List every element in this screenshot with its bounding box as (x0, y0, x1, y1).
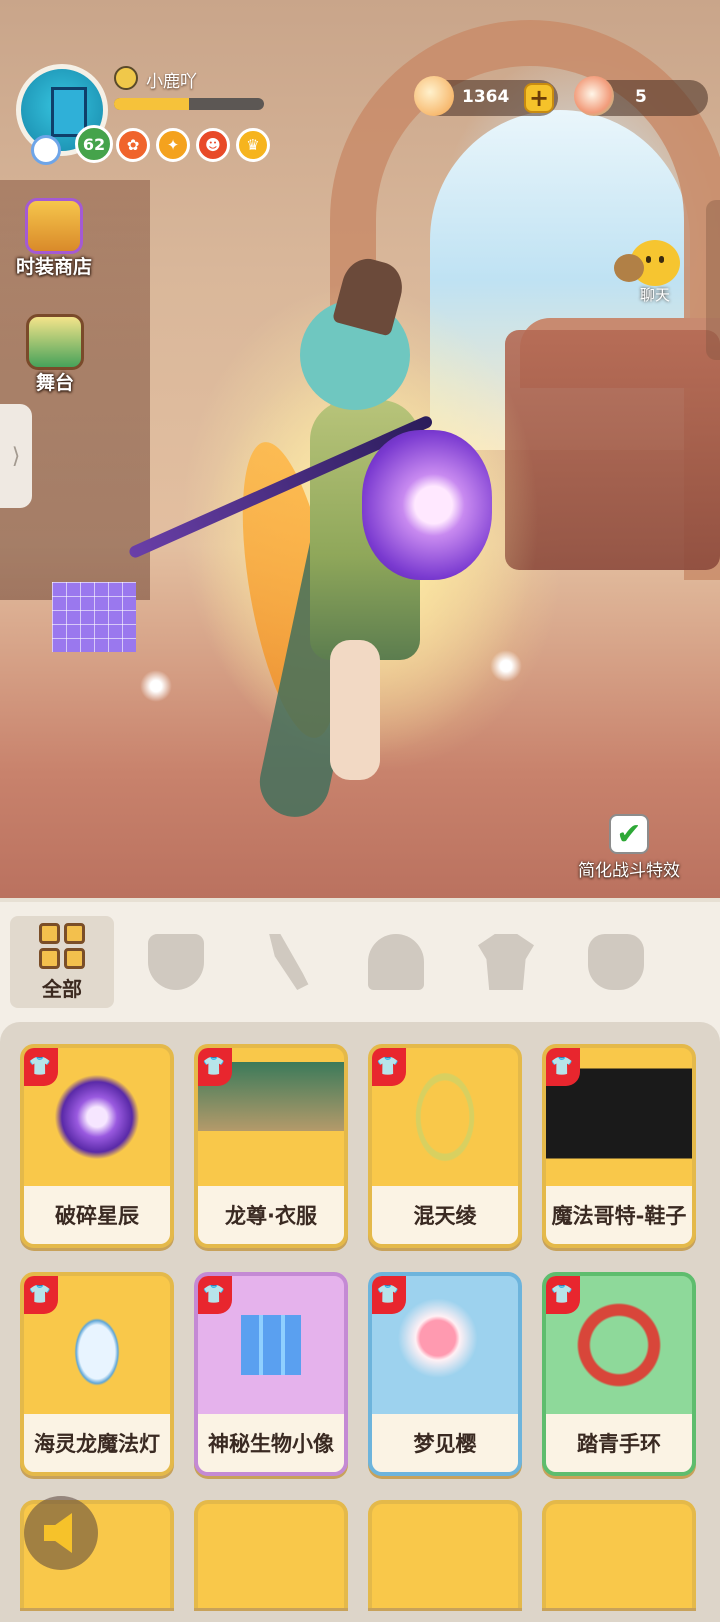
chat-icon (614, 240, 680, 286)
pixel-creature-figure (52, 582, 136, 652)
item-name: 踏青手环 (546, 1414, 692, 1472)
item-name: 龙尊·衣服 (198, 1186, 344, 1244)
chat-label: 聊天 (639, 286, 670, 304)
item-card-partial[interactable] (368, 1500, 522, 1608)
stage-button[interactable]: 舞台 (26, 314, 84, 395)
item-name: 梦见樱 (372, 1414, 518, 1472)
player-emblem-icon (114, 66, 138, 90)
tab-pet[interactable] (564, 916, 668, 1008)
stage-label: 舞台 (35, 372, 74, 394)
item-name: 魔法哥特-鞋子 (546, 1186, 692, 1244)
pet-icon (588, 934, 644, 990)
back-button[interactable] (24, 1496, 98, 1570)
sparkle-icon (490, 650, 522, 682)
monster-badge-icon[interactable]: ☻ (196, 128, 230, 162)
weapon-icon (269, 934, 309, 990)
category-tabs: 全部 (0, 902, 720, 1012)
chat-button[interactable]: 聊天 (614, 240, 680, 305)
player-name: 小鹿吖 (146, 72, 197, 92)
simplify-effects-toggle[interactable]: ✔ 简化战斗特效 (578, 814, 680, 881)
crown-badge-icon[interactable]: ♛ (236, 128, 270, 162)
gem-amount: 5 (635, 87, 647, 107)
character-legs (330, 640, 380, 780)
item-card[interactable]: 👕 踏青手环 (542, 1272, 696, 1476)
stage-icon (26, 314, 84, 370)
paw-badge-icon[interactable]: ✿ (116, 128, 150, 162)
chat-eye-right (659, 256, 664, 263)
item-card[interactable]: 👕 混天绫 (368, 1044, 522, 1248)
shirt-tag-icon: 👕 (372, 1048, 406, 1086)
tab-mask[interactable] (124, 916, 228, 1008)
mask-icon (148, 934, 204, 990)
shirt-tag-icon: 👕 (372, 1276, 406, 1314)
multi-shirt-tag-icon: 👕 (546, 1048, 580, 1086)
item-card[interactable]: 👕 梦见樱 (368, 1272, 522, 1476)
item-card-partial[interactable] (194, 1500, 348, 1608)
item-card[interactable]: 👕 龙尊·衣服 (194, 1044, 348, 1248)
tab-weapon[interactable] (234, 916, 338, 1008)
item-name: 海灵龙魔法灯 (24, 1414, 170, 1472)
clothes-icon (478, 934, 534, 990)
shirt-tag-icon: 👕 (24, 1048, 58, 1086)
player-level-badge: 62 (75, 125, 113, 163)
item-card[interactable]: 👕 海灵龙魔法灯 (20, 1272, 174, 1476)
tab-all-label: 全部 (42, 976, 82, 1001)
sparkle-icon (140, 670, 172, 702)
shirt-tag-icon: 👕 (24, 1276, 58, 1314)
item-card[interactable]: 👕 魔法哥特-鞋子 (542, 1044, 696, 1248)
staff-orb (362, 430, 492, 580)
tab-hair[interactable] (344, 916, 448, 1008)
tab-clothes[interactable] (454, 916, 558, 1008)
gem-fruit-icon (574, 76, 614, 116)
coin-shell-icon (414, 76, 454, 116)
shop-icon (25, 198, 83, 254)
chat-eye-left (646, 256, 651, 263)
hair-icon (368, 934, 424, 990)
fashion-shop-label: 时装商店 (16, 256, 93, 278)
item-card[interactable]: 👕 神秘生物小像 (194, 1272, 348, 1476)
coin-counter: 1364 + (414, 76, 558, 116)
simplify-effects-label: 简化战斗特效 (578, 861, 680, 881)
checkbox-checked-icon[interactable]: ✔ (609, 814, 649, 854)
experience-bar (114, 98, 264, 110)
multi-shirt-tag-icon: 👕 (546, 1276, 580, 1314)
item-name: 神秘生物小像 (198, 1414, 344, 1472)
flame-badge-icon[interactable]: ✦ (156, 128, 190, 162)
chevron-right-icon: ⟩ (11, 443, 21, 469)
avatar-frame-badge-icon (31, 135, 61, 165)
item-card[interactable]: 👕 破碎星辰 (20, 1044, 174, 1248)
experience-bar-fill (114, 98, 189, 110)
back-arrow-icon (44, 1513, 72, 1553)
coin-amount: 1364 (462, 87, 510, 107)
fashion-shop-button[interactable]: 时装商店 (16, 198, 92, 279)
achievement-badges: ✿ ✦ ☻ ♛ (116, 128, 270, 162)
add-coins-button[interactable]: + (524, 83, 554, 113)
item-name: 混天绫 (372, 1186, 518, 1244)
shirt-tag-icon: 👕 (198, 1276, 232, 1314)
item-card-partial[interactable] (542, 1500, 696, 1608)
tab-all[interactable]: 全部 (10, 916, 114, 1008)
item-name: 破碎星辰 (24, 1186, 170, 1244)
grid-icon (39, 922, 85, 969)
side-drawer-toggle[interactable]: ⟩ (0, 404, 32, 508)
gem-counter: 5 (574, 76, 708, 116)
multi-shirt-tag-icon: 👕 (198, 1048, 232, 1086)
right-panel-handle[interactable] (706, 200, 720, 360)
